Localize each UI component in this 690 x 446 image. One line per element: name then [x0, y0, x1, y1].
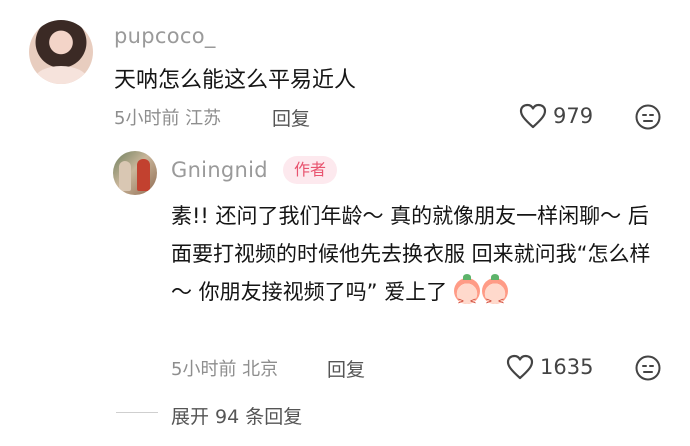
- expand-replies-button[interactable]: 展开 94 条回复: [171, 402, 302, 429]
- comment-text: 天呐怎么能这么平易近人: [114, 68, 357, 93]
- peach-laugh-emoji-icon: [481, 274, 508, 321]
- reply-text: 素!! 还问了我们年龄～ 真的就像朋友一样闲聊～ 后面要打视频的时候他先去换衣服…: [171, 197, 661, 321]
- reply-avatar[interactable]: [113, 151, 157, 195]
- peach-laugh-emoji-icon: [453, 274, 480, 321]
- heart-outline-icon: [506, 354, 534, 380]
- reply-button[interactable]: 回复: [272, 104, 310, 131]
- divider: [116, 412, 158, 413]
- heart-outline-icon: [519, 103, 547, 129]
- reply-meta: 5小时前 北京: [171, 359, 279, 380]
- like-count: 979: [553, 104, 594, 128]
- reply-reply-button[interactable]: 回复: [327, 355, 365, 382]
- unhappy-face-icon[interactable]: [635, 355, 661, 381]
- unhappy-face-icon[interactable]: [635, 104, 661, 130]
- author-badge: 作者: [283, 156, 338, 184]
- reply-username[interactable]: Gningnid: [171, 158, 268, 182]
- like-button[interactable]: 979: [519, 103, 593, 129]
- reply-like-button[interactable]: 1635: [506, 354, 593, 380]
- reply-like-count: 1635: [540, 355, 594, 379]
- comment-meta: 5小时前 江苏: [114, 108, 222, 129]
- reply-text-content: 素!! 还问了我们年龄～ 真的就像朋友一样闲聊～ 后面要打视频的时候他先去换衣服…: [171, 204, 651, 304]
- avatar[interactable]: [29, 20, 93, 84]
- comment-username[interactable]: pupcoco_: [114, 24, 216, 48]
